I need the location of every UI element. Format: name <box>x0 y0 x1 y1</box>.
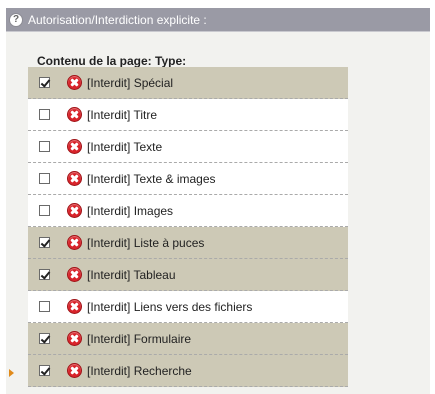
forbidden-x-icon <box>67 235 82 250</box>
checkbox[interactable] <box>39 237 50 248</box>
forbidden-x-icon <box>67 331 82 346</box>
forbidden-x-icon <box>67 203 82 218</box>
forbidden-x-icon <box>67 171 82 186</box>
checkbox[interactable] <box>39 333 50 344</box>
list-item[interactable]: [Interdit] Recherche <box>28 355 348 387</box>
checkbox[interactable] <box>39 205 50 216</box>
forbidden-x-icon <box>67 139 82 154</box>
item-label: [Interdit] Formulaire <box>87 331 192 346</box>
list-item[interactable]: [Interdit] Tableau <box>28 259 348 291</box>
checkbox[interactable] <box>39 109 50 120</box>
list-item[interactable]: [Interdit] Formulaire <box>28 323 348 355</box>
item-label: [Interdit] Recherche <box>87 363 192 378</box>
list-item[interactable]: [Interdit] Titre <box>28 99 348 131</box>
checkbox[interactable] <box>39 269 50 280</box>
list-item[interactable]: [Interdit] Liste à puces <box>28 227 348 259</box>
checkbox[interactable] <box>39 301 50 312</box>
item-label: [Interdit] Spécial <box>87 75 174 90</box>
item-label: [Interdit] Titre <box>87 107 158 122</box>
checkbox[interactable] <box>39 365 50 376</box>
list-item[interactable]: [Interdit] Spécial <box>28 67 348 99</box>
item-label: [Interdit] Liste à puces <box>87 235 205 250</box>
forbidden-x-icon <box>67 75 82 90</box>
forbidden-x-icon <box>67 267 82 282</box>
forbidden-x-icon <box>67 299 82 314</box>
list-item[interactable]: [Interdit] Texte & images <box>28 163 348 195</box>
item-label: [Interdit] Liens vers des fichiers <box>87 299 253 314</box>
field-label: Contenu de la page: Type: <box>37 54 187 68</box>
section-header-title: Autorisation/Interdiction explicite : <box>28 12 207 27</box>
item-label: [Interdit] Tableau <box>87 267 176 282</box>
list-item[interactable]: [Interdit] Liens vers des fichiers <box>28 291 348 323</box>
item-label: [Interdit] Texte <box>87 139 163 154</box>
checkbox[interactable] <box>39 77 50 88</box>
checkbox[interactable] <box>39 173 50 184</box>
forbidden-x-icon <box>67 107 82 122</box>
arrow-right-icon <box>9 369 14 377</box>
item-label: [Interdit] Texte & images <box>87 171 216 186</box>
type-checkbox-list: [Interdit] Spécial [Interdit] Titre [Inter… <box>28 67 348 387</box>
section-header: ? Autorisation/Interdiction explicite : <box>6 8 430 32</box>
checkbox[interactable] <box>39 141 50 152</box>
list-item[interactable]: [Interdit] Images <box>28 195 348 227</box>
forbidden-x-icon <box>67 363 82 378</box>
list-item[interactable]: [Interdit] Texte <box>28 131 348 163</box>
item-label: [Interdit] Images <box>87 203 174 218</box>
help-icon[interactable]: ? <box>9 12 23 27</box>
